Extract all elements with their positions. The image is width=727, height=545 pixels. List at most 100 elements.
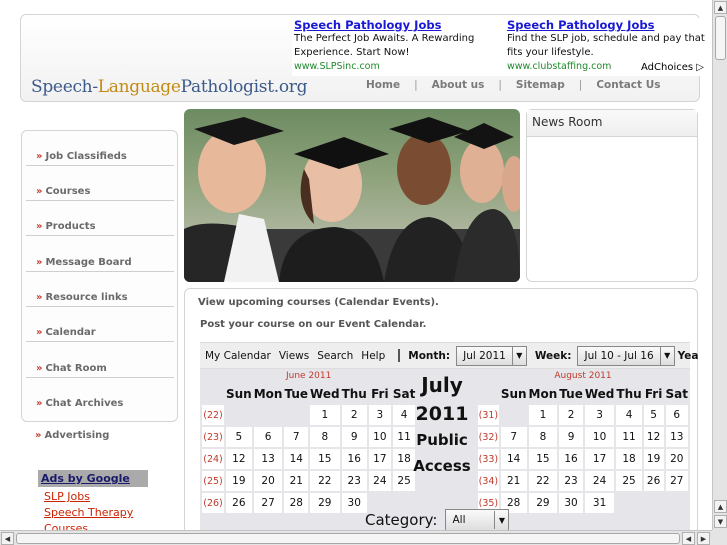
calendar-day-cell[interactable]: 8 bbox=[310, 427, 340, 447]
calendar-day-cell[interactable]: 30 bbox=[341, 493, 367, 513]
month-select[interactable]: Jul 2011 ▼ bbox=[456, 345, 527, 366]
scroll-down-arrow-icon[interactable]: ▼ bbox=[714, 515, 727, 528]
calendar-day-cell[interactable]: 21 bbox=[284, 471, 309, 491]
sidebar-item-products[interactable]: » Products bbox=[26, 211, 174, 236]
calendar-day-cell[interactable]: 10 bbox=[584, 427, 615, 447]
calendar-day-cell[interactable]: 14 bbox=[500, 449, 527, 469]
ad-unit-1[interactable]: Speech Pathology Jobs The Perfect Job Aw… bbox=[294, 18, 499, 74]
calendar-day-cell[interactable]: 12 bbox=[226, 449, 252, 469]
calendar-day-cell[interactable]: 7 bbox=[500, 427, 527, 447]
calendar-day-cell[interactable]: 10 bbox=[368, 427, 391, 447]
calendar-day-cell[interactable]: 18 bbox=[616, 449, 642, 469]
week-number-link[interactable]: (22) bbox=[202, 405, 224, 425]
ad-link-courses[interactable]: Courses bbox=[38, 519, 148, 530]
calendar-day-cell[interactable]: 19 bbox=[643, 449, 664, 469]
week-number-link[interactable]: (32) bbox=[478, 427, 499, 447]
calendar-day-cell[interactable]: 28 bbox=[284, 493, 309, 513]
calendar-day-cell[interactable]: 23 bbox=[559, 471, 583, 491]
menu-my-calendar[interactable]: My Calendar bbox=[205, 350, 271, 362]
scroll-up-arrow-icon[interactable]: ▲ bbox=[714, 1, 727, 14]
scroll-right-arrow-icon[interactable]: ▶ bbox=[697, 532, 710, 545]
menu-views[interactable]: Views bbox=[279, 350, 309, 362]
month-name[interactable]: June 2011 bbox=[200, 371, 417, 383]
calendar-day-cell[interactable]: 23 bbox=[341, 471, 367, 491]
adchoices-link[interactable]: AdChoices ▷ bbox=[641, 62, 704, 73]
calendar-day-cell[interactable]: 1 bbox=[528, 405, 558, 425]
sidebar-item-courses[interactable]: » Courses bbox=[26, 176, 174, 201]
ad-url[interactable]: www.SLPSinc.com bbox=[294, 60, 499, 74]
printer-icon[interactable] bbox=[398, 349, 401, 362]
calendar-day-cell[interactable]: 12 bbox=[643, 427, 664, 447]
sidebar-item-chat-archives[interactable]: » Chat Archives bbox=[26, 388, 174, 413]
nav-sitemap[interactable]: Sitemap bbox=[516, 79, 565, 91]
calendar-day-cell[interactable]: 26 bbox=[226, 493, 252, 513]
week-number-link[interactable]: (33) bbox=[478, 449, 499, 469]
calendar-day-cell[interactable]: 20 bbox=[253, 471, 283, 491]
scroll-up-arrow-icon[interactable]: ▲ bbox=[714, 500, 727, 513]
calendar-day-cell[interactable]: 6 bbox=[253, 427, 283, 447]
ad-link-speech-therapy[interactable]: Speech Therapy bbox=[38, 503, 148, 519]
calendar-day-cell[interactable]: 17 bbox=[584, 449, 615, 469]
calendar-day-cell[interactable]: 13 bbox=[665, 427, 688, 447]
calendar-day-cell[interactable]: 31 bbox=[584, 493, 615, 513]
horizontal-scrollbar[interactable]: ◀ ◀ ▶ bbox=[0, 530, 712, 545]
menu-help[interactable]: Help bbox=[361, 350, 385, 362]
calendar-day-cell[interactable]: 1 bbox=[310, 405, 340, 425]
week-number-link[interactable]: (34) bbox=[478, 471, 499, 491]
calendar-day-cell[interactable]: 21 bbox=[500, 471, 527, 491]
calendar-day-cell[interactable]: 29 bbox=[310, 493, 340, 513]
ad-link-slp-jobs[interactable]: SLP Jobs bbox=[38, 487, 148, 503]
nav-contact-us[interactable]: Contact Us bbox=[596, 79, 660, 91]
calendar-day-cell[interactable]: 27 bbox=[665, 471, 688, 491]
week-select[interactable]: Jul 10 - Jul 16 ▼ bbox=[577, 345, 675, 366]
calendar-day-cell[interactable]: 22 bbox=[310, 471, 340, 491]
nav-home[interactable]: Home bbox=[366, 79, 400, 91]
calendar-day-cell[interactable]: 2 bbox=[341, 405, 367, 425]
vertical-scroll-thumb[interactable] bbox=[715, 16, 726, 60]
week-number-link[interactable]: (31) bbox=[478, 405, 499, 425]
calendar-day-cell[interactable]: 7 bbox=[284, 427, 309, 447]
calendar-day-cell[interactable]: 3 bbox=[584, 405, 615, 425]
week-number-link[interactable]: (23) bbox=[202, 427, 224, 447]
calendar-day-cell[interactable]: 29 bbox=[528, 493, 558, 513]
sidebar-item-resource-links[interactable]: » Resource links bbox=[26, 282, 174, 307]
calendar-day-cell[interactable]: 16 bbox=[559, 449, 583, 469]
calendar-day-cell[interactable]: 5 bbox=[643, 405, 664, 425]
category-select[interactable]: All ▼ bbox=[445, 509, 510, 530]
week-number-link[interactable]: (24) bbox=[202, 449, 224, 469]
calendar-day-cell[interactable]: 9 bbox=[341, 427, 367, 447]
calendar-day-cell[interactable]: 19 bbox=[226, 471, 252, 491]
sidebar-item-calendar[interactable]: » Calendar bbox=[26, 317, 174, 342]
calendar-day-cell[interactable]: 6 bbox=[665, 405, 688, 425]
calendar-day-cell[interactable]: 17 bbox=[368, 449, 391, 469]
calendar-day-cell[interactable]: 15 bbox=[528, 449, 558, 469]
calendar-day-cell[interactable]: 24 bbox=[584, 471, 615, 491]
week-number-link[interactable]: (26) bbox=[202, 493, 224, 513]
calendar-day-cell[interactable]: 26 bbox=[643, 471, 664, 491]
calendar-day-cell[interactable]: 27 bbox=[253, 493, 283, 513]
site-logo[interactable]: Speech-LanguagePathologist.org bbox=[31, 77, 307, 97]
calendar-day-cell[interactable]: 9 bbox=[559, 427, 583, 447]
upcoming-courses-link[interactable]: View upcoming courses (Calendar Events). bbox=[198, 297, 439, 308]
calendar-day-cell[interactable]: 24 bbox=[368, 471, 391, 491]
sidebar-item-message-board[interactable]: » Message Board bbox=[26, 247, 174, 272]
menu-search[interactable]: Search bbox=[317, 350, 353, 362]
sidebar-item-job-classifieds[interactable]: » Job Classifieds bbox=[26, 141, 174, 166]
ads-by-google-heading[interactable]: Ads by Google bbox=[38, 470, 148, 487]
horizontal-scroll-thumb[interactable] bbox=[16, 533, 680, 544]
vertical-scrollbar[interactable]: ▲ ▲ ▼ bbox=[712, 0, 727, 530]
sidebar-item-advertising[interactable]: » Advertising bbox=[35, 430, 109, 441]
calendar-day-cell[interactable]: 22 bbox=[528, 471, 558, 491]
scroll-left-arrow-icon[interactable]: ◀ bbox=[682, 532, 695, 545]
nav-about-us[interactable]: About us bbox=[432, 79, 485, 91]
ad-title-link[interactable]: Speech Pathology Jobs bbox=[294, 18, 499, 32]
calendar-day-cell[interactable]: 4 bbox=[616, 405, 642, 425]
calendar-day-cell[interactable]: 20 bbox=[665, 449, 688, 469]
sidebar-item-chat-room[interactable]: » Chat Room bbox=[26, 353, 174, 378]
calendar-day-cell[interactable]: 15 bbox=[310, 449, 340, 469]
scroll-left-arrow-icon[interactable]: ◀ bbox=[1, 532, 14, 545]
week-number-link[interactable]: (25) bbox=[202, 471, 224, 491]
calendar-day-cell[interactable]: 2 bbox=[559, 405, 583, 425]
calendar-day-cell[interactable]: 13 bbox=[253, 449, 283, 469]
calendar-day-cell[interactable]: 3 bbox=[368, 405, 391, 425]
